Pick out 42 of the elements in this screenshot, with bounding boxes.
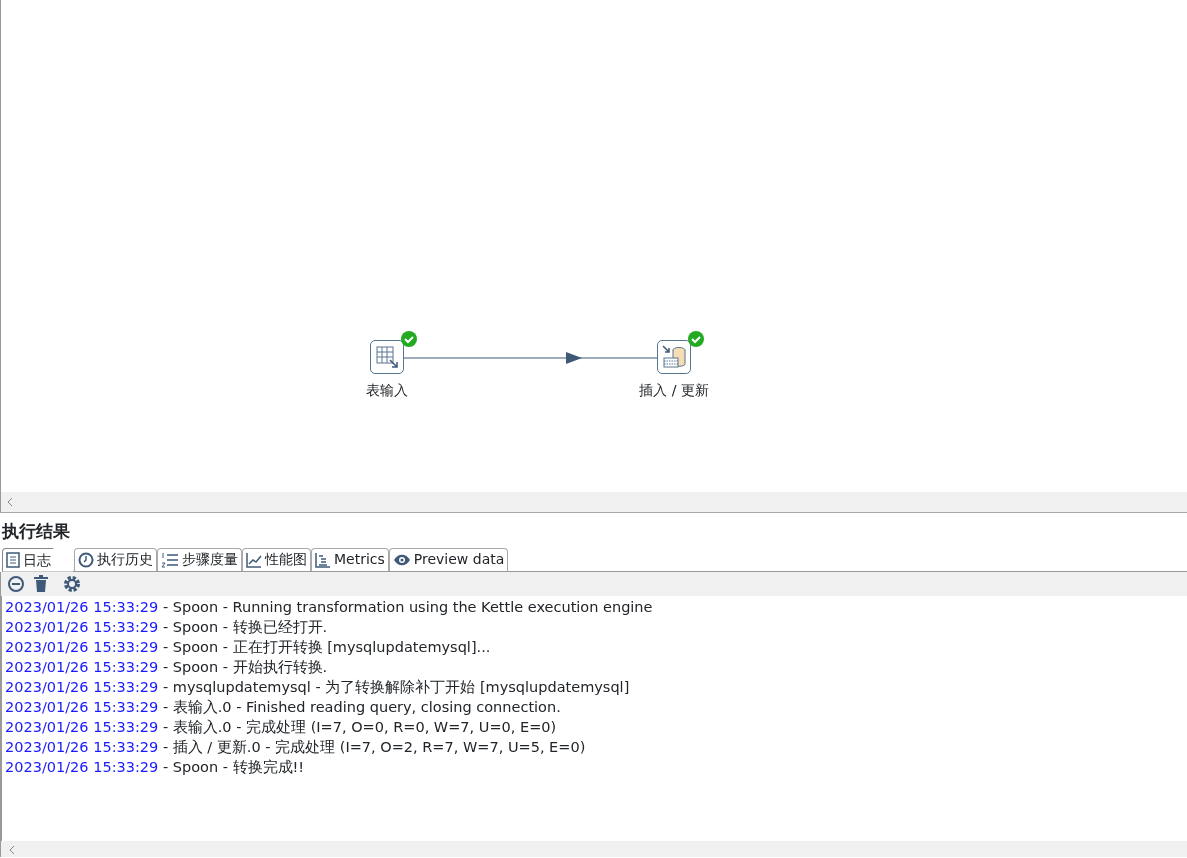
step-label: 插入 / 更新: [639, 381, 709, 400]
trash-icon[interactable]: [33, 574, 49, 593]
log-message: - mysqlupdatemysql - 为了转换解除补丁开始 [mysqlupdatemysql]: [162, 678, 630, 695]
log-message: - Spoon - Running transformation using the Kettle execution engine: [162, 598, 653, 615]
step-label: 表输入: [366, 381, 408, 400]
log-timestamp: 2023/01/26 15:33:29: [5, 598, 159, 615]
log-message: - Spoon - 转换已经打开.: [162, 618, 328, 635]
log-timestamp: 2023/01/26 15:33:29: [5, 618, 159, 635]
log-message: - Spoon - 开始执行转换.: [162, 658, 328, 675]
tab[interactable]: 执行历史: [74, 547, 157, 571]
scroll-left-icon[interactable]: [9, 845, 15, 855]
step-node[interactable]: [370, 340, 404, 374]
hierarchy-chart-icon: [315, 551, 331, 568]
scroll-left-icon[interactable]: [7, 497, 13, 507]
log-message: - 表输入.0 - 完成处理 (I=7, O=0, R=0, W=7, U=0, E=0): [162, 718, 557, 735]
log-timestamp: 2023/01/26 15:33:29: [5, 698, 159, 715]
log-message: - Spoon - 正在打开转换 [mysqlupdatemysql]...: [162, 638, 491, 655]
stop-icon[interactable]: [7, 574, 25, 593]
log-timestamp: 2023/01/26 15:33:29: [5, 738, 159, 755]
clock-icon: [78, 551, 94, 568]
step-node[interactable]: [657, 340, 691, 374]
log-timestamp: 2023/01/26 15:33:29: [5, 658, 159, 675]
tab[interactable]: Preview data: [388, 547, 509, 571]
log-timestamp: 2023/01/26 15:33:29: [5, 678, 159, 695]
panel-title: 执行结果: [0, 520, 71, 543]
log-timestamp: 2023/01/26 15:33:29: [5, 718, 159, 735]
log-timestamp: 2023/01/26 15:33:29: [5, 758, 159, 775]
tab[interactable]: Metrics: [311, 547, 389, 571]
log-message: - 插入 / 更新.0 - 完成处理 (I=7, O=2, R=7, W=7, U=5, E=0): [162, 738, 586, 755]
log-timestamp: 2023/01/26 15:33:29: [5, 638, 159, 655]
table-icon: [375, 345, 399, 369]
tab[interactable]: 步骤度量: [157, 547, 242, 571]
clipboard-icon: [6, 552, 20, 568]
tab[interactable]: 性能图: [242, 547, 311, 571]
tab[interactable]: 日志: [2, 547, 74, 572]
log-message: - 表输入.0 - Finished reading query, closing connection.: [162, 698, 561, 715]
line-chart-icon: [246, 551, 262, 568]
database-icon: [662, 345, 686, 369]
settings-icon[interactable]: [63, 574, 81, 593]
numbered-list-icon: [161, 551, 179, 568]
log-message: - Spoon - 转换完成!!: [162, 758, 305, 775]
eye-icon: [392, 552, 411, 567]
